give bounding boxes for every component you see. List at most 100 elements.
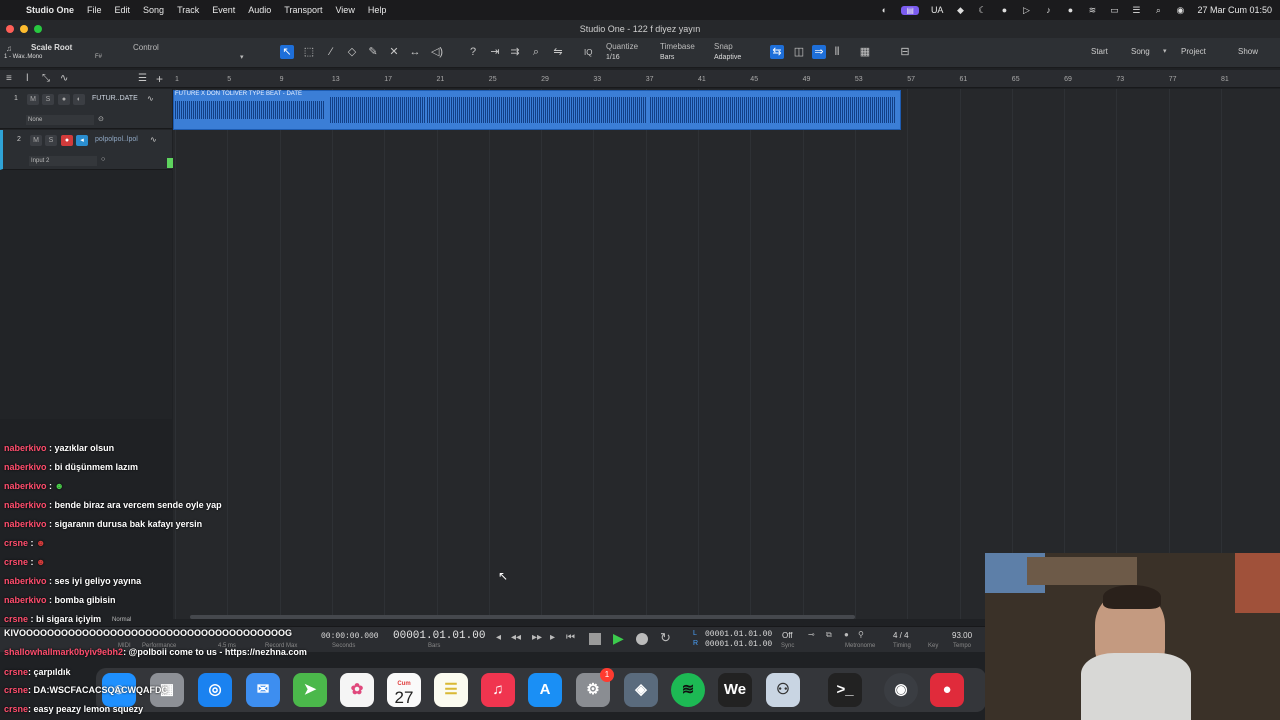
track-input-select[interactable]: None (26, 115, 94, 125)
menu-event[interactable]: Event (212, 5, 235, 15)
search-icon[interactable]: ⌕ (1153, 5, 1163, 15)
track-2-header[interactable]: 2 M S ● ◂ polpolpol..lpol ∿ Input 2 ○ (0, 130, 173, 170)
input-language[interactable]: UA (931, 5, 944, 15)
inspector-icon[interactable]: ǀ (26, 73, 29, 84)
menu-song[interactable]: Song (143, 5, 164, 15)
show-button[interactable]: Show (1238, 47, 1258, 56)
mute-button[interactable]: M (30, 135, 42, 146)
metronome-icon[interactable]: ⚲ (858, 630, 864, 639)
obs-status-icon[interactable]: ◐ (879, 5, 889, 15)
menu-help[interactable]: Help (368, 5, 387, 15)
range-tool-icon[interactable]: ⬚ (302, 45, 316, 59)
control-dropdown-icon[interactable]: ▾ (240, 53, 244, 61)
normal-mode[interactable]: Normal (112, 617, 131, 623)
layout-icon[interactable]: ▦ (858, 45, 872, 59)
record-arm-button[interactable]: ● (58, 94, 70, 105)
solo-button[interactable]: S (42, 94, 54, 105)
bars-display[interactable]: 00001.01.01.00 (393, 630, 485, 642)
song-dropdown-icon[interactable]: ▾ (1163, 47, 1167, 55)
record-icon[interactable]: ● (999, 5, 1009, 15)
automation-icon[interactable]: ⤡ (42, 73, 50, 84)
vpn-icon[interactable]: ◆ (955, 5, 965, 15)
click-icon[interactable]: ● (844, 630, 849, 639)
mute-tool-icon[interactable]: ✕ (387, 45, 401, 59)
start-button[interactable]: Start (1091, 47, 1108, 56)
music-icon[interactable]: ♫ (481, 673, 515, 707)
battery-icon[interactable]: ▭ (1109, 5, 1119, 15)
end-icon[interactable]: ▸ (550, 632, 555, 643)
metronome-settings-icon[interactable]: ⧉ (826, 630, 832, 640)
user-icon[interactable]: ● (1065, 5, 1075, 15)
stop-icon[interactable] (589, 633, 601, 645)
paint-tool-icon[interactable]: ✎ (366, 45, 380, 59)
zoom-window-button[interactable] (34, 25, 42, 33)
split-tool-icon[interactable]: ∕ (324, 45, 338, 59)
studio-icon[interactable]: ⚇ (766, 673, 800, 707)
split-view-icon[interactable]: ⦀ (830, 45, 844, 59)
precount-icon[interactable]: ⊸ (808, 630, 815, 639)
loop-icon[interactable]: ↻ (660, 630, 671, 646)
menu-file[interactable]: File (87, 5, 102, 15)
quantize-select[interactable]: 1/16 (606, 54, 620, 61)
arrange-view[interactable] (173, 89, 1280, 619)
circle-icon[interactable]: ○ (101, 156, 105, 163)
snap-select[interactable]: Adaptive (714, 54, 741, 61)
solo-button[interactable]: S (45, 135, 57, 146)
scale-icon[interactable]: ♫ (6, 44, 12, 53)
control-center-icon[interactable]: ☰ (1131, 5, 1141, 15)
close-window-button[interactable] (6, 25, 14, 33)
terminal-icon[interactable]: >_ (828, 673, 862, 707)
toggle-icon[interactable]: ⊙ (98, 115, 104, 123)
wifi-icon[interactable]: ≋ (1087, 5, 1097, 15)
obs-icon[interactable]: ◉ (884, 673, 918, 707)
project-button[interactable]: Project (1181, 47, 1206, 56)
calendar-icon[interactable]: Cum 27 (387, 673, 421, 707)
nudge-right-icon[interactable]: ⇉ (508, 45, 522, 59)
zoom-tool-icon[interactable]: ⌕ (529, 45, 543, 59)
record-arm-button[interactable]: ● (61, 135, 73, 146)
clock[interactable]: 27 Mar Cum 01:50 (1197, 5, 1272, 15)
loop-end[interactable]: 00001.01.01.00 (705, 640, 772, 649)
iq-button[interactable]: IQ (584, 48, 592, 57)
menu-transport[interactable]: Transport (284, 5, 322, 15)
stage-manager-icon[interactable]: ▤ (901, 5, 919, 15)
scale-key[interactable]: F# (95, 54, 102, 60)
eraser-tool-icon[interactable]: ◇ (345, 45, 359, 59)
add-track-icon[interactable]: + (156, 72, 163, 86)
tempo-value[interactable]: 93.00 (952, 631, 972, 640)
menu-audio[interactable]: Audio (248, 5, 271, 15)
sync-value[interactable]: Off (782, 631, 793, 640)
help-icon[interactable]: ? (466, 45, 480, 59)
timebase-select[interactable]: Bars (660, 54, 674, 61)
mute-button[interactable]: M (27, 94, 39, 105)
record-icon[interactable] (636, 633, 648, 645)
record-app-icon[interactable]: ● (930, 673, 964, 707)
track-name[interactable]: FUTUR..DATE (92, 95, 138, 102)
forward-icon[interactable]: ▸▸ (532, 632, 542, 643)
listen-tool-icon[interactable]: ◁) (430, 45, 444, 59)
mixer-icon[interactable]: ⊟ (898, 45, 912, 59)
app-store-icon[interactable]: A (528, 673, 562, 707)
spotify-icon[interactable]: ≋ (671, 673, 705, 707)
curve-icon[interactable]: ∿ (60, 73, 68, 84)
menu-edit[interactable]: Edit (115, 5, 131, 15)
back-icon[interactable]: ◂◂ (511, 632, 521, 643)
monitor-button[interactable]: ◂ (76, 135, 88, 146)
minimize-window-button[interactable] (20, 25, 28, 33)
track-list-icon[interactable]: ☰ (138, 73, 147, 84)
track-name[interactable]: polpolpol..lpol (95, 136, 138, 143)
rewind-icon[interactable]: ◂ (496, 632, 501, 643)
track-input-select[interactable]: Input 2 (29, 156, 97, 166)
menu-view[interactable]: View (335, 5, 354, 15)
autoscroll-icon[interactable]: ⇒ (812, 45, 826, 59)
timeline-ruler[interactable]: 1 5 9 13 17 21 25 29 33 37 41 45 49 53 57 61 65 69 73 77 81 (173, 70, 1280, 88)
notes-icon[interactable]: ☰ (434, 673, 468, 707)
volume-icon[interactable]: ♪ (1043, 5, 1053, 15)
wechat-icon[interactable]: We (718, 673, 752, 707)
moon-icon[interactable]: ☾ (977, 5, 987, 15)
track-1-header[interactable]: 1 M S ● ◐ FUTUR..DATE ∿ None ⊙ (0, 89, 172, 129)
siri-icon[interactable]: ◉ (1175, 5, 1185, 15)
snap-toggle-icon[interactable]: ⇆ (770, 45, 784, 59)
menu-app-name[interactable]: Studio One (26, 5, 74, 15)
snap-grid-icon[interactable]: ◫ (792, 45, 806, 59)
